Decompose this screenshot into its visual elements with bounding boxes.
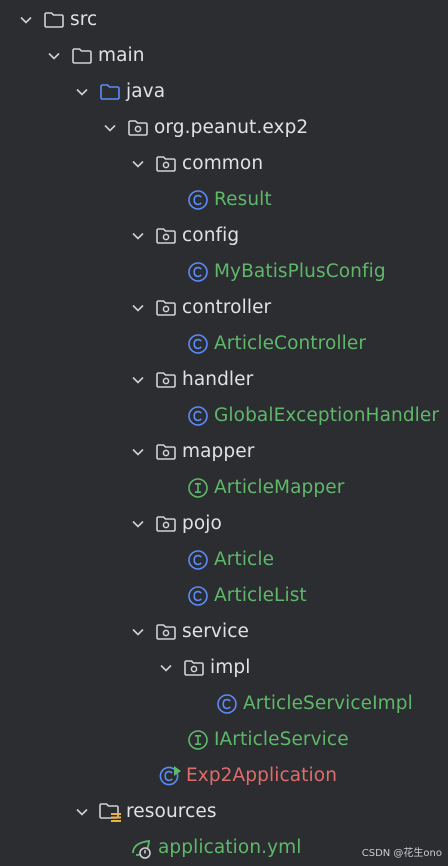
tree-node-label: resources — [126, 801, 217, 822]
resources-folder-icon — [98, 800, 122, 824]
chevron-down-icon[interactable] — [100, 118, 120, 138]
tree-node-org-peanut-exp2[interactable]: org.peanut.exp2 — [0, 110, 448, 146]
tree-node-main[interactable]: main — [0, 38, 448, 74]
tree-node-service[interactable]: service — [0, 614, 448, 650]
tree-node-controller[interactable]: controller — [0, 290, 448, 326]
chevron-down-icon[interactable] — [44, 46, 64, 66]
tree-node-label: handler — [182, 369, 254, 390]
tree-node-result[interactable]: Result — [0, 182, 448, 218]
tree-node-exp2application[interactable]: Exp2Application — [0, 758, 448, 794]
package-icon — [126, 116, 150, 140]
tree-node-label: ArticleServiceImpl — [243, 693, 413, 714]
tree-node-articlelist[interactable]: ArticleList — [0, 578, 448, 614]
tree-node-label: java — [126, 81, 166, 102]
class-icon — [186, 584, 210, 608]
chevron-down-icon[interactable] — [128, 514, 148, 534]
tree-node-articlemapper[interactable]: ArticleMapper — [0, 470, 448, 506]
tree-node-java[interactable]: java — [0, 74, 448, 110]
tree-node-label: mapper — [182, 441, 255, 462]
package-icon — [154, 224, 178, 248]
class-icon — [186, 260, 210, 284]
package-icon — [182, 656, 206, 680]
tree-node-label: org.peanut.exp2 — [154, 117, 309, 138]
tree-node-label: MyBatisPlusConfig — [214, 261, 386, 282]
tree-node-label: Article — [214, 549, 275, 570]
interface-icon — [186, 728, 210, 752]
folder-icon — [70, 44, 94, 68]
tree-node-config[interactable]: config — [0, 218, 448, 254]
package-icon — [154, 440, 178, 464]
interface-icon — [186, 476, 210, 500]
class-icon — [186, 188, 210, 212]
package-icon — [154, 512, 178, 536]
tree-node-label: application.yml — [158, 837, 302, 858]
tree-node-label: ArticleMapper — [214, 477, 345, 498]
tree-node-pojo[interactable]: pojo — [0, 506, 448, 542]
source-folder-icon — [98, 80, 122, 104]
class-icon — [215, 692, 239, 716]
tree-node-common[interactable]: common — [0, 146, 448, 182]
tree-node-globalexceptionhandler[interactable]: GlobalExceptionHandler — [0, 398, 448, 434]
chevron-down-icon[interactable] — [128, 370, 148, 390]
tree-node-src[interactable]: src — [0, 2, 448, 38]
tree-node-resources[interactable]: resources — [0, 794, 448, 830]
package-icon — [154, 296, 178, 320]
tree-node-label: impl — [210, 657, 251, 678]
tree-node-impl[interactable]: impl — [0, 650, 448, 686]
chevron-down-icon[interactable] — [128, 442, 148, 462]
tree-node-iarticleservice[interactable]: IArticleService — [0, 722, 448, 758]
tree-node-mybatisplusconfig[interactable]: MyBatisPlusConfig — [0, 254, 448, 290]
package-icon — [154, 620, 178, 644]
chevron-down-icon[interactable] — [128, 226, 148, 246]
tree-node-label: Result — [214, 189, 272, 210]
tree-node-label: Exp2Application — [186, 765, 338, 786]
tree-node-label: controller — [182, 297, 272, 318]
tree-node-label: config — [182, 225, 240, 246]
class-icon — [186, 548, 210, 572]
tree-node-label: main — [98, 45, 145, 66]
chevron-down-icon[interactable] — [16, 10, 36, 30]
tree-node-label: ArticleList — [214, 585, 307, 606]
tree-node-articleserviceimpl[interactable]: ArticleServiceImpl — [0, 686, 448, 722]
chevron-down-icon[interactable] — [72, 802, 92, 822]
spring-boot-class-icon — [158, 764, 182, 788]
project-tree: src main java org.peanut.exp2 common Res… — [0, 2, 448, 866]
package-icon — [154, 368, 178, 392]
tree-node-label: IArticleService — [214, 729, 349, 750]
tree-node-articlecontroller[interactable]: ArticleController — [0, 326, 448, 362]
class-icon — [186, 332, 210, 356]
tree-node-mapper[interactable]: mapper — [0, 434, 448, 470]
spring-leaf-icon — [130, 836, 154, 860]
tree-node-handler[interactable]: handler — [0, 362, 448, 398]
folder-icon — [42, 8, 66, 32]
class-icon — [186, 404, 210, 428]
tree-node-label: service — [182, 621, 249, 642]
tree-node-label: src — [70, 9, 98, 30]
tree-node-label: GlobalExceptionHandler — [214, 405, 440, 426]
chevron-down-icon[interactable] — [156, 658, 176, 678]
chevron-down-icon[interactable] — [128, 154, 148, 174]
tree-node-article[interactable]: Article — [0, 542, 448, 578]
tree-node-label: common — [182, 153, 264, 174]
watermark: CSDN @花生ono — [361, 848, 442, 859]
chevron-down-icon[interactable] — [128, 298, 148, 318]
chevron-down-icon[interactable] — [128, 622, 148, 642]
tree-node-label: pojo — [182, 513, 222, 534]
chevron-down-icon[interactable] — [72, 82, 92, 102]
package-icon — [154, 152, 178, 176]
tree-node-label: ArticleController — [214, 333, 367, 354]
